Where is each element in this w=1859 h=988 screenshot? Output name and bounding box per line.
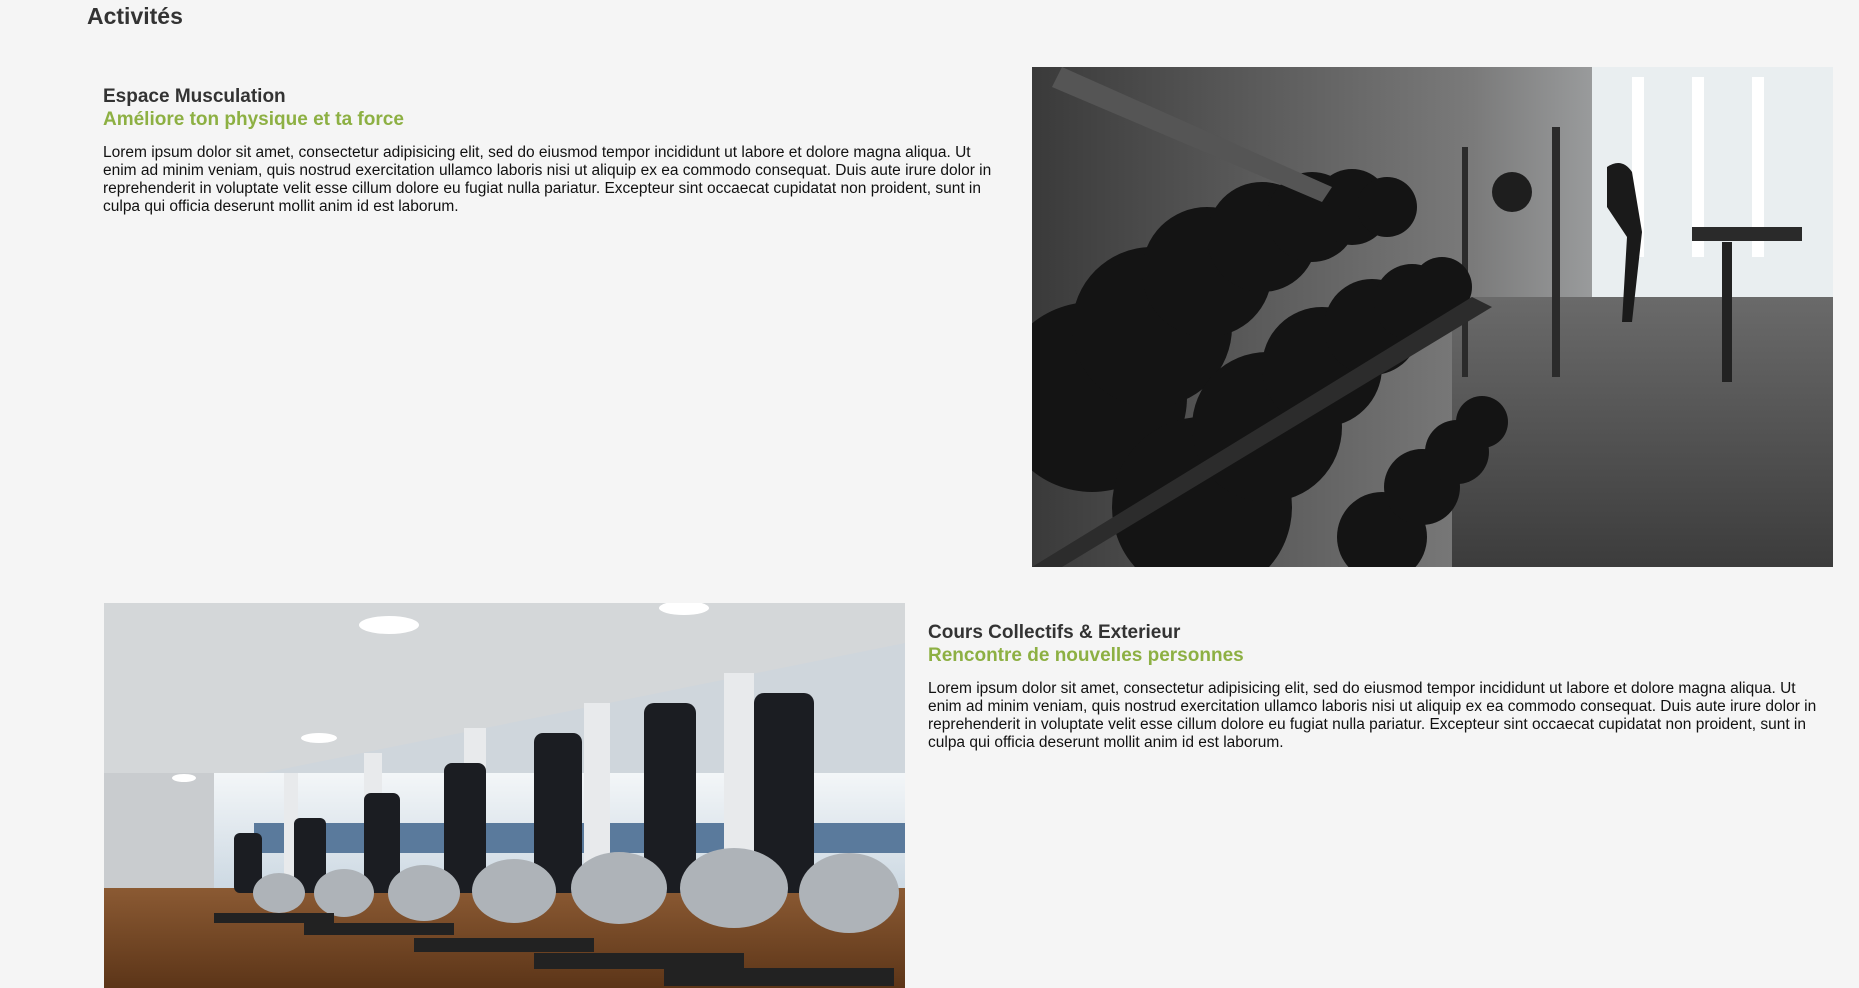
- elliptical-machines-photo: [104, 603, 905, 988]
- page-title: Activités: [87, 3, 183, 29]
- activity-cours-collectifs-text: Cours Collectifs & Exterieur Rencontre d…: [928, 622, 1833, 752]
- activity-description: Lorem ipsum dolor sit amet, consectetur …: [103, 144, 992, 215]
- activity-musculation-text: Espace Musculation Améliore ton physique…: [103, 86, 1008, 216]
- activity-subtitle: Améliore ton physique et ta force: [103, 109, 404, 130]
- activity-title: Espace Musculation: [103, 86, 286, 107]
- activity-description: Lorem ipsum dolor sit amet, consectetur …: [928, 680, 1817, 751]
- activity-subtitle: Rencontre de nouvelles personnes: [928, 645, 1244, 666]
- activity-title: Cours Collectifs & Exterieur: [928, 622, 1181, 643]
- gym-dumbbell-rack-photo: [1032, 67, 1833, 567]
